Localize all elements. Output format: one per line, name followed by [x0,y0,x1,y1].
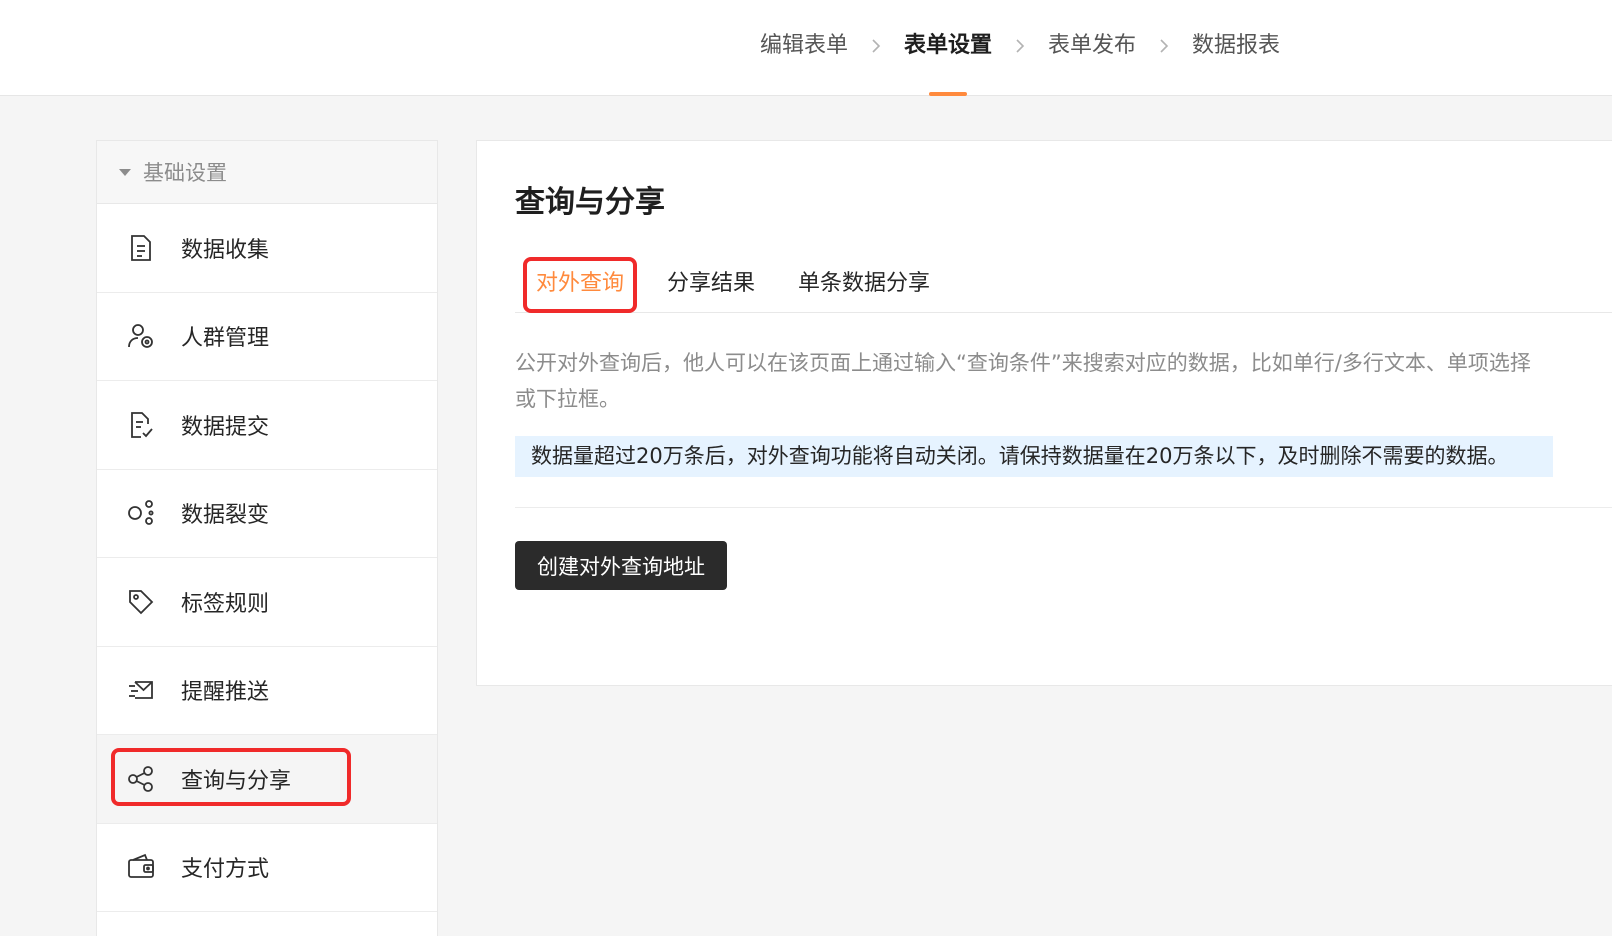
sidebar-item-query-share[interactable]: 查询与分享 [97,735,437,824]
tab-single-data-share[interactable]: 单条数据分享 [798,265,930,297]
sidebar-item-label: 查询与分享 [181,768,292,794]
chevron-right-icon [1136,28,1192,64]
step-form-settings[interactable]: 表单设置 [904,28,992,64]
tab-bar: 对外查询 分享结果 单条数据分享 [515,253,1612,313]
sidebar-item-data-fission[interactable]: 数据裂变 [97,469,437,558]
top-bar: 编辑表单 表单设置 表单发布 数据报表 [0,0,1612,96]
divider [515,507,1612,508]
sidebar-item-payment-method[interactable]: 支付方式 [97,823,437,912]
caret-down-icon [119,168,131,176]
chevron-right-icon [992,28,1048,64]
sidebar-group-basic-settings[interactable]: 基础设置 [97,141,437,204]
sidebar-item-tag-rules[interactable]: 标签规则 [97,558,437,647]
sidebar-item-data-submit[interactable]: 数据提交 [97,381,437,470]
step-form-publish[interactable]: 表单发布 [1048,28,1136,64]
step-data-report[interactable]: 数据报表 [1192,28,1280,64]
page-title: 查询与分享 [515,185,665,220]
step-edit-form[interactable]: 编辑表单 [760,28,848,64]
tag-icon [127,588,155,616]
create-query-address-button[interactable]: 创建对外查询地址 [515,541,727,590]
wallet-icon [127,853,155,881]
sidebar-item-label: 支付方式 [181,857,270,883]
sidebar-item-label: 人群管理 [181,326,270,352]
description-text: 公开对外查询后，他人可以在该页面上通过输入“查询条件”来搜索对应的数据，比如单行… [515,345,1605,417]
chevron-right-icon [848,28,904,64]
description-line-2: 或下拉框。 [515,387,620,411]
sidebar-item-label: 标签规则 [181,591,270,617]
sidebar-item-crowd-management[interactable]: 人群管理 [97,292,437,381]
tab-external-query[interactable]: 对外查询 [536,265,624,297]
sidebar-item-label: 数据裂变 [181,503,270,529]
sidebar-item-label: 数据收集 [181,237,270,263]
document-edit-icon [127,411,155,439]
document-icon [127,234,155,262]
description-line-1: 公开对外查询后，他人可以在该页面上通过输入“查询条件”来搜索对应的数据，比如单行… [515,351,1531,375]
settings-sidebar: 基础设置 数据收集 人群管理 数据提交 数据裂变 标签规则 提醒推送 查询与分享… [96,140,438,936]
message-push-icon [127,676,155,704]
step-navigation: 编辑表单 表单设置 表单发布 数据报表 [760,28,1280,64]
sidebar-group-label: 基础设置 [143,161,227,185]
sidebar-item-label: 数据提交 [181,414,270,440]
user-settings-icon [127,322,155,350]
sidebar-item-reminder-push[interactable]: 提醒推送 [97,646,437,735]
share-icon [127,765,155,793]
query-share-panel: 查询与分享 对外查询 分享结果 单条数据分享 公开对外查询后，他人可以在该页面上… [476,140,1612,686]
tab-share-results[interactable]: 分享结果 [667,265,755,297]
sidebar-item-data-collection[interactable]: 数据收集 [97,204,437,293]
sidebar-item-label: 提醒推送 [181,680,270,706]
info-notice: 数据量超过20万条后，对外查询功能将自动关闭。请保持数据量在20万条以下，及时删… [515,436,1553,477]
fission-icon [127,499,155,527]
